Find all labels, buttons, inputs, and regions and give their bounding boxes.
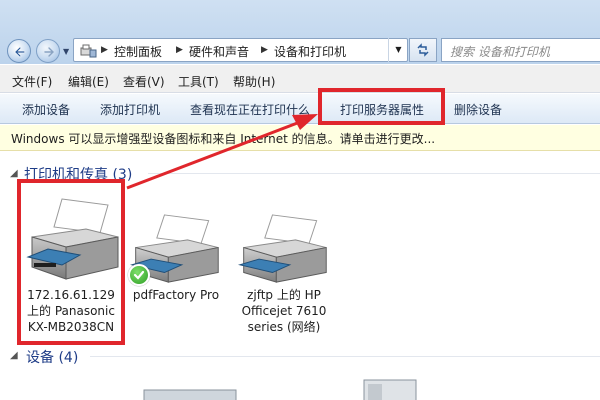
monitor-device-icon[interactable] <box>140 386 240 400</box>
back-button[interactable] <box>7 39 31 63</box>
forward-button[interactable] <box>36 39 60 63</box>
back-arrow-icon <box>14 46 26 58</box>
menu-tools[interactable]: 工具(T) <box>178 73 219 90</box>
breadcrumb-hardware-sound[interactable]: 硬件和声音 <box>189 43 249 60</box>
printer-pdffactory-label[interactable]: pdfFactory Pro <box>124 287 228 303</box>
see-whats-printing-button[interactable]: 查看现在正在打印什么 <box>190 101 310 118</box>
search-placeholder: 搜索 设备和打印机 <box>450 45 550 59</box>
collapse-printers-icon[interactable]: ◢ <box>10 168 18 179</box>
group-divider <box>90 356 600 357</box>
forward-arrow-icon <box>44 47 54 57</box>
remove-device-button[interactable]: 删除设备 <box>454 101 502 118</box>
breadcrumb-separator[interactable]: ▶ <box>176 45 183 55</box>
collapse-devices-icon[interactable]: ◢ <box>10 350 18 361</box>
label-line: zjftp 上的 HP <box>247 288 321 302</box>
breadcrumb-separator: ▶ <box>101 45 108 55</box>
label-line: series (网络) <box>247 320 321 334</box>
group-divider <box>148 173 600 174</box>
menu-edit[interactable]: 编辑(E) <box>68 73 109 90</box>
default-printer-badge <box>128 264 150 286</box>
address-bar[interactable]: ▶ 控制面板 ▶ 硬件和声音 ▶ 设备和打印机 <box>73 38 408 62</box>
add-printer-button[interactable]: 添加打印机 <box>100 101 160 118</box>
menu-file[interactable]: 文件(F) <box>12 73 52 90</box>
default-check-icon <box>133 270 145 280</box>
panasonic-printer-highlight <box>17 179 125 345</box>
breadcrumb-control-panel[interactable]: 控制面板 <box>114 43 162 60</box>
address-toolbar: ▼ ▶ 控制面板 ▶ 硬件和声音 ▶ 设备和打印机 ▼ 搜索 设备和打印机 <box>0 0 600 64</box>
print-server-properties-highlight <box>318 88 445 125</box>
menu-view[interactable]: 查看(V) <box>123 73 165 90</box>
breadcrumb-separator[interactable]: ▶ <box>261 45 268 55</box>
command-bar: 添加设备 添加打印机 查看现在正在打印什么 打印服务器属性 删除设备 <box>0 94 600 124</box>
info-bar[interactable]: Windows 可以显示增强型设备图标和来自 Internet 的信息。请单击进… <box>0 125 600 151</box>
label-line: pdfFactory Pro <box>132 288 220 302</box>
label-line: Officejet 7610 <box>241 304 327 318</box>
devices-folder-icon <box>80 44 97 58</box>
recent-pages-dropdown[interactable]: ▼ <box>63 47 69 56</box>
address-history-dropdown[interactable]: ▼ <box>388 38 408 62</box>
computer-device-icon[interactable] <box>360 378 420 400</box>
printer-icon[interactable] <box>236 213 332 285</box>
menu-bar: 文件(F) 编辑(E) 查看(V) 工具(T) 帮助(H) <box>0 65 600 93</box>
info-bar-text: Windows 可以显示增强型设备图标和来自 Internet 的信息。请单击进… <box>11 132 436 146</box>
breadcrumb-devices-printers[interactable]: 设备和打印机 <box>274 43 346 60</box>
add-device-button[interactable]: 添加设备 <box>22 101 70 118</box>
refresh-button[interactable] <box>409 38 437 62</box>
search-input[interactable]: 搜索 设备和打印机 <box>441 38 600 62</box>
refresh-icon <box>417 43 429 57</box>
menu-help[interactable]: 帮助(H) <box>233 73 275 90</box>
printer-hp-officejet-label[interactable]: zjftp 上的 HP Officejet 7610 series (网络) <box>232 287 336 335</box>
devices-group-header[interactable]: 设备 (4) <box>26 347 78 367</box>
